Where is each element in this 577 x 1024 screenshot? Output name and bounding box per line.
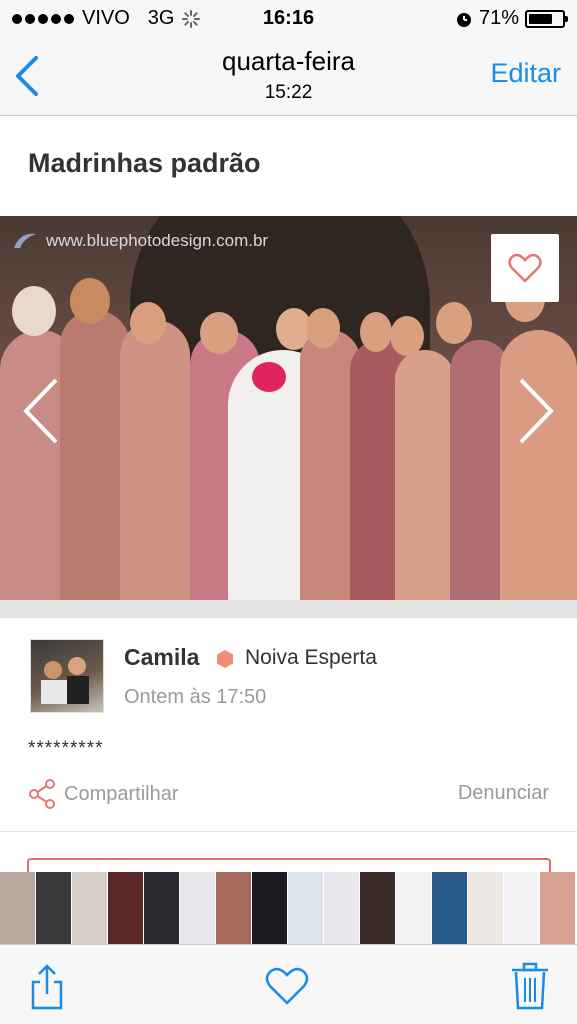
photo-thumbnail[interactable] <box>0 872 35 944</box>
heart-icon <box>265 967 309 1005</box>
photo-thumbnail[interactable] <box>468 872 503 944</box>
photo-thumbnail[interactable] <box>540 872 575 944</box>
delete-button[interactable] <box>505 961 555 1011</box>
photo-thumbnail[interactable] <box>252 872 287 944</box>
favorite-button[interactable] <box>491 234 559 302</box>
post-body: ********* <box>28 738 104 759</box>
photo-thumbnail[interactable] <box>504 872 539 944</box>
post-time: Ontem às 17:50 <box>124 686 267 708</box>
share-button[interactable] <box>22 961 72 1011</box>
alarm-icon <box>456 12 471 27</box>
watermark-text: www.bluephotodesign.com.br <box>46 231 269 250</box>
previous-photo-button[interactable] <box>20 376 64 446</box>
next-photo-button[interactable] <box>513 376 557 446</box>
share-link[interactable]: Compartilhar <box>28 779 178 809</box>
photo-thumbnail[interactable] <box>216 872 251 944</box>
photo-thumbnail[interactable] <box>360 872 395 944</box>
post-title: Madrinhas padrão <box>28 148 261 178</box>
photo-thumbnail[interactable] <box>396 872 431 944</box>
navigation-bar: quarta-feira 15:22 Editar <box>0 38 577 116</box>
edit-button[interactable]: Editar <box>490 58 561 89</box>
section-divider <box>0 831 577 832</box>
photo-thumbnail[interactable] <box>324 872 359 944</box>
chevron-left-icon <box>23 378 58 444</box>
heart-outline-icon <box>508 253 542 283</box>
status-bar: VIVO 3G 16:16 71% <box>0 0 577 38</box>
share-nodes-icon <box>29 779 55 809</box>
photo-thumbnail[interactable] <box>108 872 143 944</box>
bouquet <box>252 362 286 392</box>
badge-hexagon-icon <box>217 650 233 668</box>
share-label: Compartilhar <box>64 782 179 805</box>
chevron-right-icon <box>519 378 554 444</box>
photo-thumbnail[interactable] <box>72 872 107 944</box>
thumbnail-strip[interactable] <box>0 872 577 944</box>
battery-info: 71% <box>455 7 568 30</box>
battery-icon <box>525 9 568 28</box>
author-badge: Noiva Esperta <box>245 646 377 669</box>
post-photo[interactable]: www.bluephotodesign.com.br <box>0 216 577 600</box>
logo-icon <box>14 233 36 248</box>
share-icon <box>31 964 63 1010</box>
trash-icon <box>512 962 548 1010</box>
report-link[interactable]: Denunciar <box>458 782 549 805</box>
photo-thumbnail[interactable] <box>180 872 215 944</box>
photo-divider <box>0 600 577 618</box>
photo-thumbnail[interactable] <box>144 872 179 944</box>
battery-percent: 71% <box>478 7 519 29</box>
avatar-image <box>41 657 89 704</box>
author-name[interactable]: Camila <box>124 644 199 671</box>
watermark: www.bluephotodesign.com.br <box>10 230 268 252</box>
photo-thumbnail[interactable] <box>36 872 71 944</box>
bottom-toolbar <box>0 944 577 1024</box>
photo-thumbnail[interactable] <box>288 872 323 944</box>
avatar[interactable] <box>30 639 104 713</box>
photo-thumbnail[interactable] <box>432 872 467 944</box>
like-button[interactable] <box>262 961 312 1011</box>
